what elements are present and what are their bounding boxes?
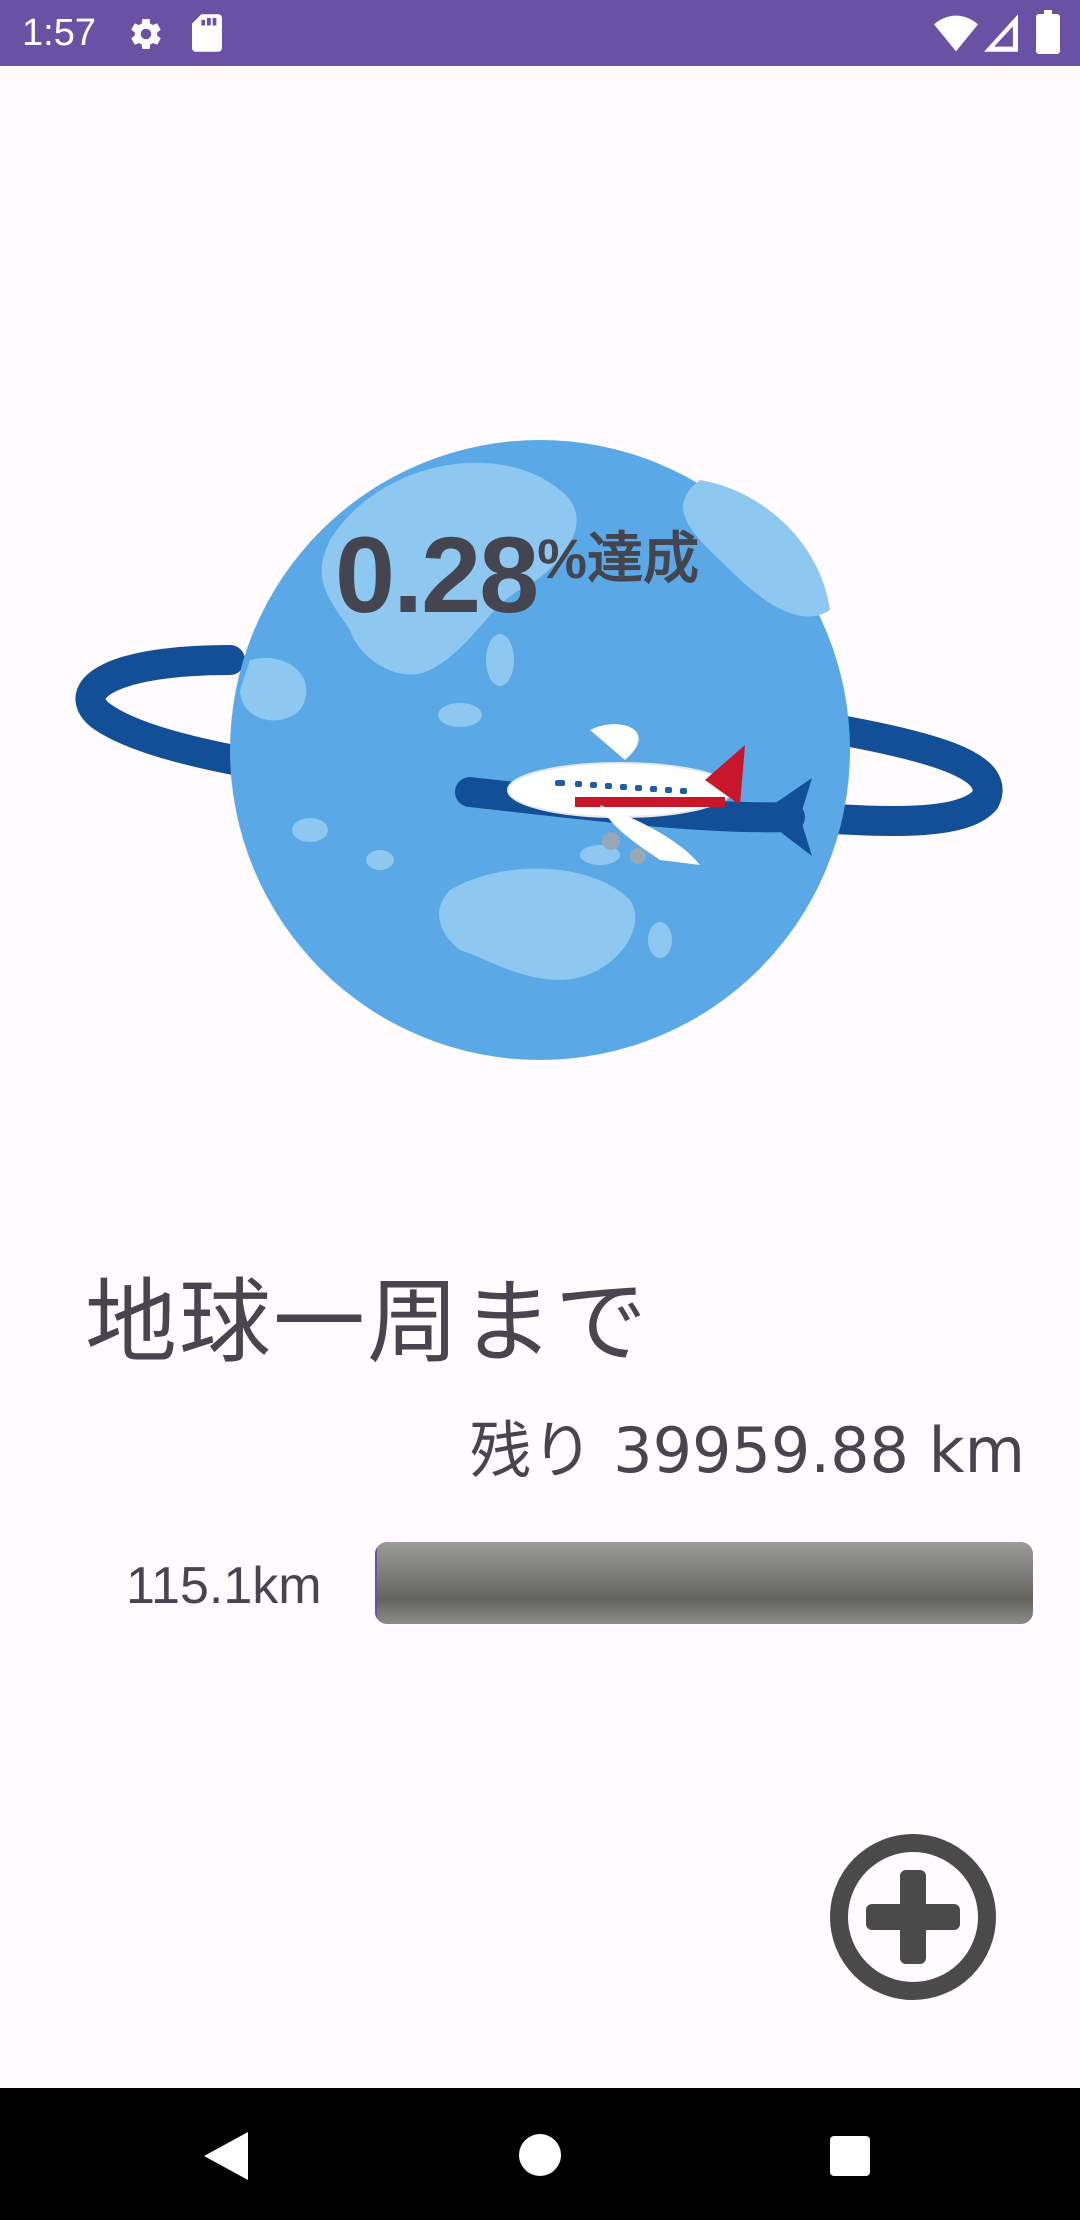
- screen: 1:57 0.28%達成 地球一周まで 残り 39959.88 km 115.1…: [0, 0, 1080, 2220]
- progress-bar: [375, 1542, 1033, 1624]
- remaining-distance: 残り 39959.88 km: [469, 1414, 1025, 1487]
- traveled-distance: 115.1km: [126, 1557, 322, 1615]
- achievement-text: 0.28%達成: [335, 512, 699, 637]
- recents-icon[interactable]: [830, 2136, 870, 2176]
- signal-icon: [984, 14, 1018, 52]
- back-icon[interactable]: [204, 2132, 248, 2180]
- navigation-bar: [0, 2088, 1080, 2220]
- status-time: 1:57: [22, 12, 96, 54]
- status-bar: 1:57: [0, 0, 1080, 66]
- achievement-suffix: %達成: [537, 527, 699, 590]
- battery-icon: [1036, 10, 1060, 54]
- sd-card-icon: [192, 14, 222, 52]
- wifi-icon: [934, 15, 978, 52]
- home-icon[interactable]: [519, 2134, 561, 2176]
- achievement-value: 0.28: [335, 514, 539, 635]
- progress-fill: [375, 1542, 377, 1624]
- settings-icon: [131, 19, 161, 50]
- add-circle-icon[interactable]: [828, 1832, 998, 2002]
- page-title: 地球一周まで: [85, 1269, 650, 1376]
